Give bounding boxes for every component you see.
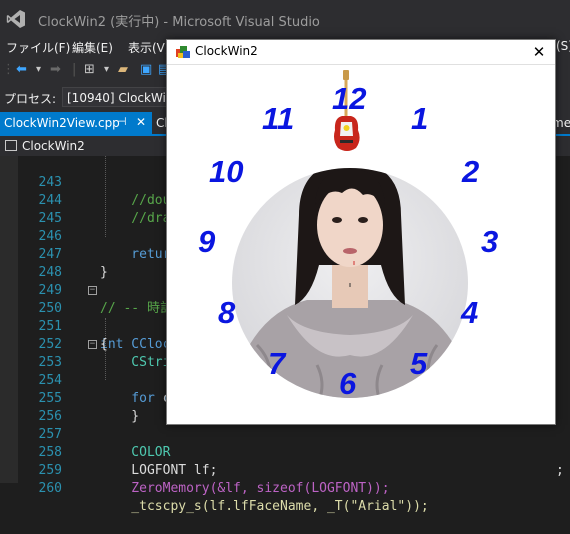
vs-title-bar: ClockWin2 (実行中) - Microsoft Visual Studi… [0, 0, 570, 38]
project-icon [5, 140, 17, 151]
back-dropdown-icon[interactable]: ▾ [36, 64, 41, 75]
back-icon[interactable]: ⬅ [16, 62, 27, 77]
app-title: ClockWin2 [195, 44, 258, 58]
new-dropdown-icon[interactable]: ▾ [104, 64, 109, 75]
hour-1: 1 [411, 101, 429, 136]
collapse-toggle-icon[interactable]: − [88, 340, 97, 349]
hour-12: 12 [332, 81, 367, 116]
pin-icon[interactable]: ⊣ [117, 115, 127, 128]
menu-view[interactable]: 表示(V) [128, 39, 170, 56]
visual-studio-logo-icon [6, 10, 26, 28]
code-line: 258 LOGFONT lf; [0, 426, 570, 478]
hour-10: 10 [209, 154, 244, 189]
process-dropdown[interactable]: [10940] ClockWin2.exe [62, 87, 182, 107]
tab-close-icon[interactable]: ✕ [136, 115, 146, 129]
mfc-app-icon [176, 46, 190, 58]
code-line: 259 ZeroMemory(&lf, sizeof(LOGFONT)); [0, 444, 570, 496]
toolbar-separator-icon: | [72, 62, 77, 77]
app-close-button[interactable]: ✕ [527, 42, 551, 62]
tab-label: ClockWin2View.cpp [4, 116, 120, 130]
hour-7: 7 [268, 346, 286, 381]
hour-8: 8 [218, 295, 236, 330]
toolbar-grip-icon: ⋮ [2, 62, 15, 77]
code-line: 260 _tcscpy_s(lf.lfFaceName, _T("Arial")… [0, 462, 570, 514]
vs-window-title: ClockWin2 (実行中) - Microsoft Visual Studi… [38, 15, 320, 30]
app-title-bar[interactable]: ClockWin2 ✕ [167, 40, 555, 65]
hour-6: 6 [339, 366, 357, 401]
menu-right-partial[interactable]: (S) [556, 39, 570, 53]
process-label: プロセス: [4, 92, 57, 106]
project-scope-dropdown[interactable]: ClockWin2 [22, 139, 85, 153]
hour-9: 9 [198, 224, 216, 259]
code-text: _tcscpy_s(lf.lfFaceName, _T("Arial")); [100, 499, 429, 514]
new-project-icon[interactable]: ⊞ [84, 62, 95, 77]
hour-2: 2 [462, 154, 480, 189]
tab-clockwin2view-cpp[interactable]: ClockWin2View.cpp ⊣ ✕ [0, 112, 152, 134]
clock-face-area: 12 1 2 3 4 5 6 7 8 9 10 11 [167, 65, 555, 424]
menu-edit[interactable]: 編集(E) [72, 39, 113, 56]
hour-4: 4 [461, 295, 479, 330]
forward-icon[interactable]: ➡ [50, 62, 61, 77]
save-icon[interactable]: ▣ [140, 62, 152, 77]
hour-5: 5 [410, 346, 428, 381]
hour-3: 3 [481, 224, 499, 259]
menu-file[interactable]: ファイル(F) [6, 39, 70, 56]
collapse-toggle-icon[interactable]: − [88, 286, 97, 295]
clockwin2-window[interactable]: ClockWin2 ✕ 12 1 2 3 4 5 6 7 8 9 10 11 [166, 39, 556, 425]
open-folder-icon[interactable]: ▰ [118, 62, 128, 77]
hour-11: 11 [262, 101, 295, 136]
